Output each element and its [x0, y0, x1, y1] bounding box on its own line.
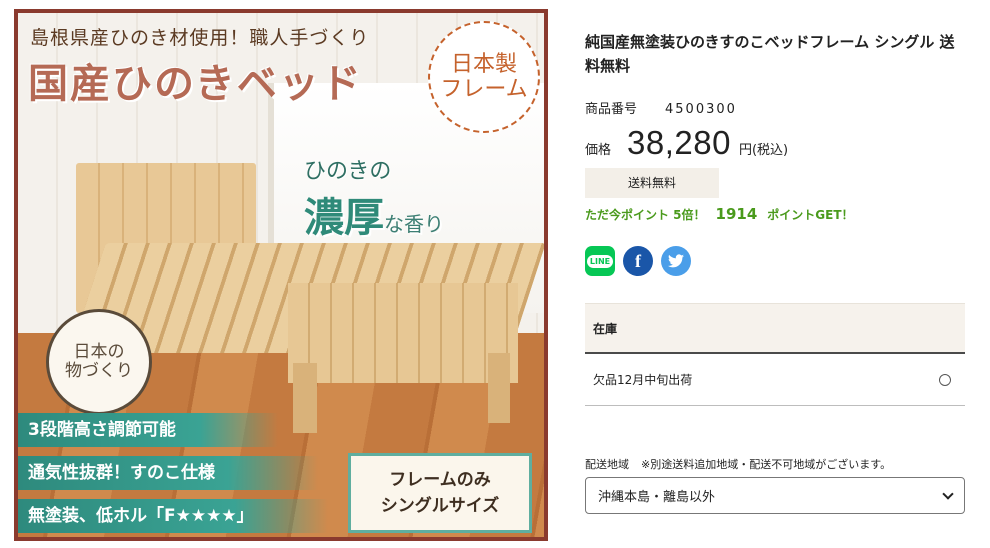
line-icon: LINE: [586, 254, 614, 268]
stamp-line-1: 日本の: [73, 342, 125, 363]
points-row: ただ今ポイント 5倍！ 1914 ポイントGET！: [585, 205, 854, 223]
twitter-share-button[interactable]: [661, 246, 691, 276]
sku-row: 商品番号 4500300: [585, 98, 737, 117]
sku-value: 4500300: [665, 102, 737, 117]
aroma-big-text: 濃厚: [304, 194, 384, 241]
image-tagline: 島根県産ひのき材使用！職人手づくり: [30, 27, 370, 49]
facebook-share-button[interactable]: f: [623, 246, 653, 276]
size-info-box: フレームのみ シングルサイズ: [348, 453, 532, 533]
feature-banner: 無塗装、低ホル「F★★★★」: [18, 499, 328, 533]
size-line-1: フレームのみ: [389, 469, 491, 490]
sku-label: 商品番号: [585, 102, 638, 117]
delivery-selected-value: 沖縄本島・離島以外: [598, 490, 716, 505]
feature-banner: 3段階高さ調節可能: [18, 413, 278, 447]
stock-header: 在庫: [585, 304, 965, 354]
share-buttons: LINE f: [585, 246, 691, 276]
product-title: 純国産無塗装ひのきすのこベッドフレーム シングル 送料無料: [585, 33, 955, 75]
image-bed-footboard: [288, 283, 518, 383]
feature-banner: 通気性抜群！すのこ仕様: [18, 456, 318, 490]
stock-option-radio[interactable]: [939, 373, 951, 386]
aroma-caption: ひのきの 濃厚な香り: [304, 153, 514, 243]
size-line-2: シングルサイズ: [380, 496, 500, 516]
product-image[interactable]: 島根県産ひのき材使用！職人手づくり 国産ひのきベッド 日本製 フレーム ひのきの…: [14, 9, 548, 541]
stock-option[interactable]: 欠品12月中旬出荷: [585, 354, 965, 406]
free-shipping-badge: 送料無料: [585, 168, 719, 198]
made-in-japan-badge: 日本製 フレーム: [428, 21, 540, 133]
price-unit: 円(税込): [738, 143, 789, 158]
aroma-small-text: な香り: [384, 212, 444, 236]
points-prefix: ただ今ポイント 5倍！: [585, 208, 706, 222]
chevron-down-icon: [942, 487, 954, 500]
image-title: 国産ひのきベッド: [28, 60, 363, 107]
aroma-line-1: ひのきの: [304, 159, 392, 184]
price-label: 価格: [585, 143, 612, 158]
stamp-line-2: 物づくり: [65, 361, 133, 381]
delivery-region-label: 配送地域 ※別途送料追加地域・配送不可地域がございます。: [585, 456, 891, 472]
price-row: 価格 38,280 円(税込): [585, 124, 788, 162]
delivery-note: ※別途送料追加地域・配送不可地域がございます。: [641, 458, 892, 471]
stock-panel: 在庫 欠品12月中旬出荷: [585, 303, 965, 407]
line-share-button[interactable]: LINE: [585, 246, 615, 276]
delivery-label-text: 配送地域: [585, 458, 629, 471]
price-value: 38,280: [627, 124, 731, 161]
aroma-line-2: 濃厚な香り: [304, 185, 514, 243]
badge-line-1: 日本製: [450, 51, 517, 77]
points-suffix: ポイントGET！: [767, 208, 854, 222]
facebook-icon: f: [635, 250, 641, 271]
image-bed-leg: [488, 353, 510, 423]
points-value: 1914: [715, 205, 758, 223]
image-bed-leg: [293, 363, 317, 433]
stock-option-label: 欠品12月中旬出荷: [593, 373, 693, 387]
delivery-region-select[interactable]: 沖縄本島・離島以外: [585, 477, 965, 514]
twitter-icon: [668, 254, 684, 268]
craft-stamp: 日本の 物づくり: [46, 309, 152, 415]
badge-line-2: フレーム: [440, 77, 528, 102]
